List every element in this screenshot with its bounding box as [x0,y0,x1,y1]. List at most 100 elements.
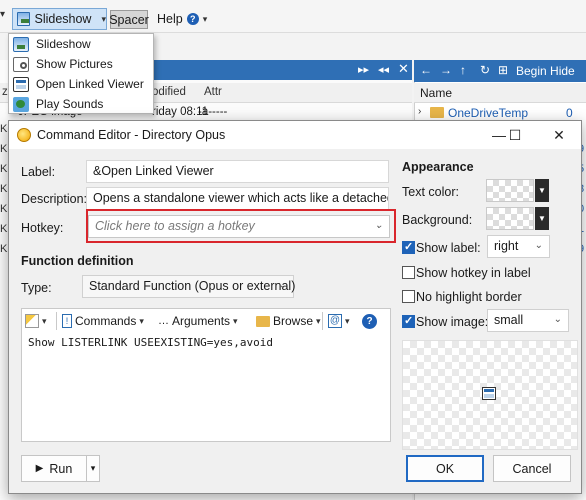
no-highlight-checkbox[interactable] [402,290,415,303]
ok-button[interactable]: OK [406,455,484,482]
chevron-down-icon: ▾ [233,315,238,326]
command-editor-dialog: Command Editor - Directory Opus — ☐ ✕ La… [8,120,582,494]
speaker-icon [13,96,29,112]
help-menu-button[interactable]: Help ? ▾ [157,8,207,30]
background-color-swatch[interactable] [486,207,534,230]
viewer-window-icon [13,76,29,92]
show-label-dropdown[interactable]: right ⌄ [487,235,550,258]
button-preview-area [402,340,578,450]
run-options-button[interactable]: ▾ [86,455,100,482]
label-caption: Label: [21,165,56,179]
play-icon: ▶ [35,463,44,474]
chevron-down-icon: ⌄ [278,280,287,291]
chevron-down-icon: ▾ [90,463,96,473]
folder-tree-icon[interactable]: ⊞ [498,63,508,77]
folder-name: OneDriveTemp [448,106,529,120]
spacer-toolbar-button[interactable]: Spacer [109,10,149,29]
appearance-heading: Appearance [402,160,474,174]
column-attr[interactable]: Attr [204,86,222,98]
run-button[interactable]: ▶ Run [21,455,87,482]
panel-collapse-icon[interactable]: ◂◂ [378,63,389,76]
help-icon: ? [362,313,377,329]
close-icon[interactable]: ✕ [545,126,573,144]
refresh-icon[interactable]: ↻ [480,63,490,77]
menu-item-label: Play Sounds [36,97,104,111]
expand-arrow-icon[interactable]: › [418,106,421,117]
show-image-value: small [494,313,524,327]
function-type-dropdown[interactable]: Standard Function (Opus or external) ⌄ [82,275,296,298]
exclamation-icon: ! [62,314,72,328]
arguments-menu-button[interactable]: … Arguments ▾ [158,312,238,330]
function-type-value: Standard Function (Opus or external) [89,279,296,293]
commands-label: Commands [75,314,137,328]
help-button[interactable]: ? [362,312,377,330]
chevron-down-icon: ▾ [345,315,350,326]
menu-item-slideshow[interactable]: Slideshow [9,34,153,54]
menu-item-play-sounds[interactable]: Play Sounds [9,94,153,114]
no-highlight-caption: No highlight border [416,290,522,304]
browse-label: Browse [273,314,314,328]
forward-icon[interactable]: → [440,63,452,77]
show-hotkey-checkbox[interactable] [402,266,415,279]
cancel-button[interactable]: Cancel [493,455,571,482]
chevron-down-icon: ▾ [42,315,47,326]
caret-icon[interactable]: ▾ [0,9,5,20]
right-column-header: Name [414,83,586,103]
text-color-caption: Text color: [402,185,459,199]
cancel-label: Cancel [512,461,552,476]
browse-menu-button[interactable]: Browse ▾ [256,312,321,330]
at-menu-button[interactable]: @ ▾ [328,312,350,330]
dialog-titlebar[interactable]: Command Editor - Directory Opus — ☐ ✕ [9,121,581,149]
description-input[interactable]: Opens a standalone viewer which acts lik… [86,187,389,210]
commands-menu-button[interactable]: ! Commands ▾ [62,312,144,330]
column-name[interactable]: Name [420,86,452,100]
slideshow-button-label: Slideshow [34,12,92,26]
chevron-down-icon[interactable]: ▼ [535,207,549,230]
magnifier-picture-icon [13,56,29,72]
menu-item-label: Slideshow [36,37,91,51]
description-caption: Description: [21,192,87,206]
type-caption: Type: [21,281,52,295]
wizard-button[interactable]: ▾ [25,312,47,330]
show-image-caption: Show image: [416,315,489,329]
menu-item-open-linked-viewer[interactable]: Open Linked Viewer [9,74,153,94]
chevron-down-icon: ▾ [139,315,144,326]
label-input[interactable]: &Open Linked Viewer [86,160,389,183]
show-image-checkbox[interactable] [402,314,415,328]
file-attr: -a----- [198,106,228,118]
chevron-down-icon: ⌄ [553,314,562,325]
up-icon[interactable]: ↑ [460,63,466,77]
panel-arrows-icon[interactable]: ▸▸ [358,63,369,76]
description-value: Opens a standalone viewer which acts lik… [93,191,389,205]
spacer-label: Spacer [109,12,149,27]
menu-item-label: Open Linked Viewer [36,77,144,91]
maximize-icon[interactable]: ☐ [501,126,529,144]
command-code-editor[interactable]: Show LISTERLINK USEEXISTING=yes,avoid [21,332,391,442]
toolbar-divider [56,312,57,330]
column-modified[interactable]: odified [152,86,186,98]
opus-toolbar: ▾ Slideshow ▾ Spacer Help ? ▾ [0,0,586,33]
back-icon[interactable]: ← [420,63,432,77]
command-editor-toolbar: ▾ ! Commands ▾ … Arguments ▾ Browse ▾ @ … [21,308,391,333]
folder-icon [430,107,444,118]
slideshow-dropdown-menu: Slideshow Show Pictures Open Linked View… [8,33,154,114]
right-nav-label: Begin Hide [516,64,575,78]
help-icon: ? [186,13,199,25]
show-label-checkbox[interactable] [402,240,415,254]
menu-item-show-pictures[interactable]: Show Pictures [9,54,153,74]
show-image-dropdown[interactable]: small ⌄ [487,309,569,332]
close-icon[interactable]: ✕ [398,61,409,77]
hotkey-caption: Hotkey: [21,221,64,235]
picture-icon [13,36,29,52]
chevron-down-icon: ⌄ [534,240,543,251]
slideshow-toolbar-button[interactable]: Slideshow ▾ [12,8,107,30]
show-label-caption: Show label: [416,241,481,255]
chevron-down-icon[interactable]: ▼ [535,179,549,202]
command-code-text: Show LISTERLINK USEEXISTING=yes,avoid [28,336,274,349]
background-caption: Background: [402,213,473,227]
text-color-swatch[interactable] [486,179,534,202]
chevron-down-icon: ▾ [316,315,321,326]
show-hotkey-caption: Show hotkey in label [416,266,531,280]
right-lister-navbar: ← → ↑ ↻ ⊞ Begin Hide [414,60,586,82]
ellipsis-icon: … [158,315,169,327]
